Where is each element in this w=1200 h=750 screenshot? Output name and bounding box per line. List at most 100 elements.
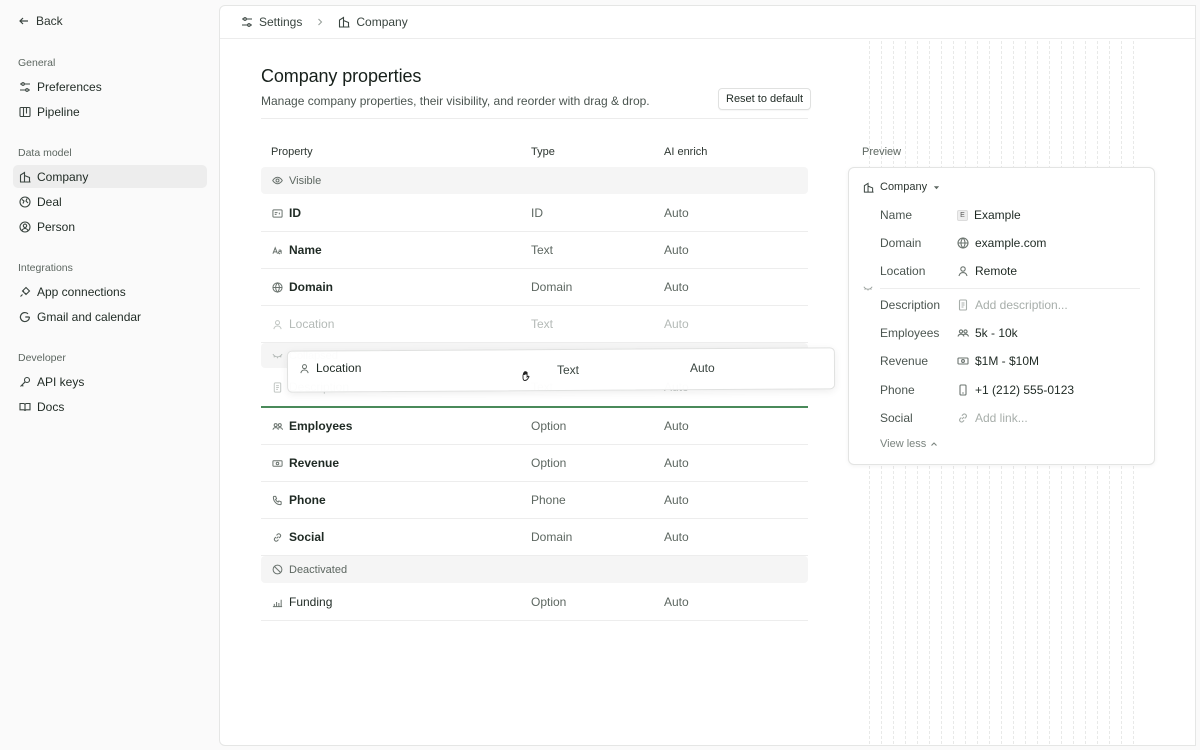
table-row[interactable]: Revenue Option Auto [261, 445, 808, 482]
property-type: Text [531, 243, 554, 257]
globe-icon [19, 195, 31, 208]
field-key: Location [880, 264, 926, 278]
field-value: +1 (212) 555-0123 [975, 383, 1075, 397]
link-icon [959, 413, 967, 423]
property-type: Option [531, 456, 567, 470]
sidebar-item-label: Person [37, 219, 76, 234]
property-ai-enrich[interactable]: Auto [664, 195, 689, 231]
table-row[interactable]: ID ID Auto [261, 195, 808, 232]
phone-device-icon [959, 384, 967, 396]
group-label: Deactivated [289, 563, 348, 576]
table-row[interactable]: Funding Option Auto [261, 584, 808, 621]
property-name: Phone [289, 493, 326, 507]
id-card-icon [272, 208, 283, 218]
property-type: Option [531, 419, 567, 433]
preview-field-domain: Domain example.com [880, 233, 1140, 253]
table-row[interactable]: Name Text Auto [261, 232, 808, 269]
reset-to-default-button[interactable]: Reset to default [718, 88, 812, 110]
property-ai-enrich[interactable]: Auto [664, 519, 689, 555]
property-name: Location [289, 317, 335, 331]
sidebar-item-label: Preferences [37, 79, 102, 94]
sidebar-item-company[interactable]: Company [13, 165, 207, 188]
property-ai-enrich[interactable]: Auto [664, 408, 689, 444]
people-icon [957, 329, 969, 337]
section-general: General [18, 57, 56, 69]
table-row[interactable]: Domain Domain Auto [261, 269, 808, 306]
banknote-icon [272, 459, 283, 467]
field-key: Domain [880, 236, 922, 250]
column-header-property: Property [271, 146, 313, 158]
page-subtitle: Manage company properties, their visibil… [261, 94, 650, 108]
preview-field-phone: Phone +1 (212) 555-0123 [880, 380, 1140, 400]
sidebar-item-label: Docs [37, 399, 65, 414]
table-row[interactable]: Phone Phone Auto [261, 482, 808, 519]
property-name: Description [289, 380, 350, 394]
arrow-left-icon [19, 17, 28, 25]
chevron-up-icon [931, 442, 938, 446]
preview-field-employees: Employees 5k - 10k [880, 323, 1140, 343]
sliders-icon [20, 81, 30, 92]
property-name: Employees [289, 419, 353, 433]
person-icon [273, 319, 282, 329]
property-name: ID [289, 206, 301, 220]
people-icon [272, 422, 283, 430]
globe-icon [957, 237, 969, 249]
column-header-ai-enrich: AI enrich [664, 146, 708, 158]
building-icon [19, 171, 31, 183]
property-ai-enrich[interactable]: Auto [664, 269, 689, 305]
preview-field-description[interactable]: Description Add description... [880, 295, 1140, 315]
property-type: Domain [531, 280, 573, 294]
property-name: Funding [289, 595, 333, 609]
property-ai-enrich[interactable]: Auto [664, 584, 689, 620]
property-ai-enrich[interactable]: Auto [664, 369, 689, 405]
sidebar-item-gmail-calendar[interactable]: Gmail and calendar [13, 305, 207, 328]
sidebar-item-person[interactable]: Person [13, 215, 207, 238]
field-value: Remote [975, 264, 1018, 278]
sidebar-item-pipeline[interactable]: Pipeline [13, 100, 207, 123]
table-row[interactable]: Description Text Auto [261, 369, 808, 405]
phone-icon [272, 495, 282, 505]
preview-field-revenue: Revenue $1M - $10M [880, 351, 1140, 371]
back-label: Back [36, 14, 63, 28]
property-ai-enrich[interactable]: Auto [664, 445, 689, 481]
preview-object-selector[interactable]: Company [863, 181, 940, 193]
preview-label: Preview [862, 146, 902, 158]
property-type: ID [531, 206, 543, 220]
property-type: Phone [531, 493, 566, 507]
view-less-label: View less [880, 438, 927, 450]
property-ai-enrich[interactable]: Auto [664, 482, 689, 518]
building-icon [339, 16, 350, 28]
breadcrumb: Settings Company [220, 6, 1195, 39]
field-key: Phone [880, 383, 915, 397]
person-circle-icon [19, 220, 31, 233]
key-icon [20, 376, 31, 387]
field-value: example.com [975, 236, 1047, 250]
sidebar-item-deal[interactable]: Deal [13, 190, 207, 213]
sidebar-item-preferences[interactable]: Preferences [13, 75, 207, 98]
section-data-model: Data model [18, 147, 72, 159]
sidebar-item-app-connections[interactable]: App connections [13, 280, 207, 303]
funding-chart-icon [272, 599, 283, 607]
sidebar-item-docs[interactable]: Docs [13, 395, 207, 418]
sidebar-item-api-keys[interactable]: API keys [13, 370, 207, 393]
back-button[interactable]: Back [18, 14, 63, 28]
table-row[interactable]: Employees Option Auto [261, 408, 808, 445]
grab-cursor-icon [522, 371, 530, 381]
property-ai-enrich[interactable]: Auto [664, 232, 689, 268]
section-integrations: Integrations [18, 262, 73, 274]
table-row[interactable]: Social Domain Auto [261, 519, 808, 556]
view-less-button[interactable]: View less [880, 438, 938, 450]
property-name: Social [289, 530, 325, 544]
sidebar-item-label: Company [37, 169, 89, 184]
main-panel: Settings Company Company properties Mana… [219, 5, 1196, 746]
chevron-right-icon [318, 18, 323, 26]
eye-icon [272, 176, 283, 185]
field-key: Employees [880, 326, 940, 340]
breadcrumb-settings[interactable]: Settings [259, 15, 302, 29]
preview-field-social[interactable]: Social Add link... [880, 408, 1140, 428]
group-header-collapsed: Collapsed [261, 343, 808, 368]
building-icon [863, 181, 874, 193]
property-ai-enrich: Auto [664, 317, 689, 331]
field-value-placeholder: Add link... [975, 411, 1028, 425]
field-key: Revenue [880, 354, 929, 368]
